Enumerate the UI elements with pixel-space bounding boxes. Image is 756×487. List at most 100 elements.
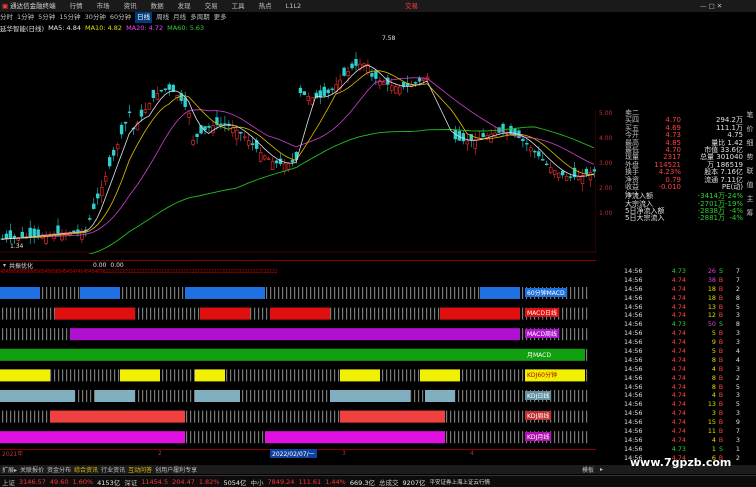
side-tab[interactable]: 势 xyxy=(744,152,756,166)
tab-related-quote[interactable]: 关联报价 xyxy=(20,465,44,474)
candle-body xyxy=(127,111,132,113)
quote-row: 买五 4.69 111.1万 xyxy=(625,124,743,132)
tick-price: 4.74 xyxy=(671,311,686,320)
index-sh-name[interactable]: 上证 xyxy=(2,477,15,487)
side-tab[interactable]: 笔 xyxy=(744,110,756,124)
tick-direction: B xyxy=(718,355,724,364)
trade-button[interactable]: 交易 xyxy=(405,0,418,12)
period-tab-more[interactable]: 更多 xyxy=(214,12,227,23)
tab-fund-distribution[interactable]: 资金分布 xyxy=(47,465,71,474)
tick-row: 14:56 4.74 4 B 3 xyxy=(624,436,744,445)
candle-body xyxy=(282,163,287,172)
tick-count: 3 xyxy=(735,435,740,444)
tab-scroll-right[interactable]: ▸ xyxy=(600,466,603,473)
tick-price: 4.74 xyxy=(671,427,686,436)
candle-body xyxy=(270,160,275,170)
candlestick-chart[interactable]: 7.58 1.34 3.42 xyxy=(0,34,596,254)
menu-tools[interactable]: 工具 xyxy=(232,0,245,12)
tick-price: 4.74 xyxy=(671,409,686,418)
tick-row: 14:56 4.74 38 B 7 xyxy=(624,276,744,285)
signal-label-weekly-kdj: KDJ周线 xyxy=(525,411,552,420)
candle-body xyxy=(421,78,426,81)
menu-hot[interactable]: 热点 xyxy=(259,0,272,12)
menu-quotes[interactable]: 行情 xyxy=(70,0,83,12)
tick-price: 4.73 xyxy=(671,320,686,329)
menu-market[interactable]: 市场 xyxy=(97,0,110,12)
index-sh-price: 3146.57 xyxy=(19,477,46,486)
index-sh-pct: 1.60% xyxy=(72,477,94,486)
side-tab[interactable]: 值 xyxy=(744,180,756,194)
period-tab-weekly[interactable]: 周线 xyxy=(156,12,169,23)
candle-body xyxy=(346,71,350,76)
period-tab-5min[interactable]: 5分钟 xyxy=(38,12,55,23)
period-tab-15min[interactable]: 15分钟 xyxy=(59,12,80,23)
menu-trade[interactable]: 交易 xyxy=(205,0,218,12)
tab-general-news[interactable]: 综合资讯 xyxy=(74,465,98,474)
tick-direction: B xyxy=(718,302,724,311)
tick-time: 14:56 xyxy=(624,267,643,275)
candle-body xyxy=(541,159,545,161)
side-tab[interactable]: 价 xyxy=(744,124,756,138)
side-tab[interactable]: 联 xyxy=(744,166,756,180)
menu-data[interactable]: 数据 xyxy=(151,0,164,12)
tick-row: 14:56 4.74 8 B 2 xyxy=(624,374,744,383)
candle-body xyxy=(286,163,291,170)
period-tab-30min[interactable]: 30分钟 xyxy=(85,12,106,23)
candle-body xyxy=(251,143,255,145)
tab-industry-news[interactable]: 行业资讯 xyxy=(101,465,125,474)
side-tab[interactable]: 主 xyxy=(744,194,756,208)
tick-volume: 11 xyxy=(707,427,716,436)
candle-body xyxy=(465,140,469,145)
tick-price: 4.74 xyxy=(671,293,686,302)
window-controls[interactable]: — □ ✕ xyxy=(700,0,722,12)
tab-expand[interactable]: 扩展▸ xyxy=(2,465,17,474)
candle-body xyxy=(243,136,247,139)
candle-body xyxy=(529,147,533,152)
tab-user-benefit[interactable]: 创用户履利专享 xyxy=(155,465,197,474)
menu-l1l2[interactable]: L1L2 xyxy=(286,0,302,12)
tick-row: 14:56 4.74 8 B 4 xyxy=(624,356,744,365)
tick-volume: 4 xyxy=(711,364,716,373)
candle-body xyxy=(362,63,366,66)
period-tab-multi[interactable]: 多周期 xyxy=(190,12,210,23)
period-tab-monthly[interactable]: 月线 xyxy=(173,12,186,23)
tick-volume: 3 xyxy=(711,409,716,418)
candle-body xyxy=(239,131,243,134)
candle-body xyxy=(588,172,593,181)
period-tab-60min[interactable]: 60分钟 xyxy=(110,12,131,23)
tick-row: 14:56 4.73 50 S 8 xyxy=(624,320,744,329)
period-tab-1min[interactable]: 1分钟 xyxy=(17,12,34,23)
candle-body xyxy=(533,150,537,153)
vertical-tabs: 笔价细势联值主筹 xyxy=(744,110,756,450)
tick-row: 14:56 4.74 18 B 2 xyxy=(624,285,744,294)
date-axis: 2021年 2022/02/07/一 2 3 4 xyxy=(0,449,596,458)
indicator-toggle-icon[interactable]: ▾ xyxy=(3,262,6,269)
candle-body xyxy=(298,87,303,93)
tick-list: 14:56 4.73 26 S 7 14:56 4.74 38 B 7 14:56 4.74 18 B 2 1… xyxy=(624,267,744,465)
signal-label-weekly-macd: MACD周线 xyxy=(525,329,559,338)
menu-discover[interactable]: 发现 xyxy=(178,0,191,12)
stock-name: 延华智能(日线) xyxy=(0,25,45,33)
index-sh-chg: 49.60 xyxy=(49,477,69,486)
tab-template[interactable]: 模板 xyxy=(582,465,594,474)
index-sz-name[interactable]: 深证 xyxy=(124,477,137,487)
period-tab-intraday[interactable]: 分时 xyxy=(0,12,13,23)
side-tab[interactable]: 筹 xyxy=(744,208,756,222)
period-tab-daily[interactable]: 日线 xyxy=(135,12,153,23)
candle-body xyxy=(195,133,199,137)
candle-body xyxy=(163,88,167,90)
menu-info[interactable]: 资讯 xyxy=(124,0,137,12)
candle-body xyxy=(104,176,108,182)
index-zx-name[interactable]: 中小 xyxy=(251,477,264,487)
tick-direction: B xyxy=(718,409,724,418)
tick-time: 14:56 xyxy=(624,275,643,284)
candle-body xyxy=(473,139,477,149)
tick-count: 8 xyxy=(735,293,740,302)
tick-direction: B xyxy=(718,418,724,427)
side-tab[interactable]: 细 xyxy=(744,138,756,152)
candle-body xyxy=(525,143,529,145)
candle-body xyxy=(342,67,346,76)
tab-qa[interactable]: 互动问答 xyxy=(128,465,152,474)
candle-body xyxy=(382,82,386,85)
tick-time: 14:56 xyxy=(624,400,643,409)
